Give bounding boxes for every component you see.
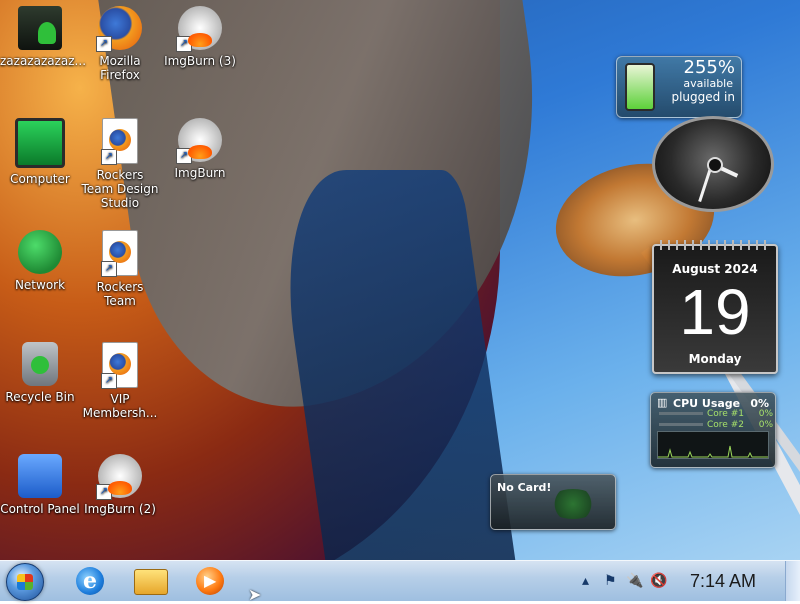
core1-bar bbox=[659, 412, 703, 415]
desktop-icon-rockers-team[interactable]: ↗ Rockers Team bbox=[80, 224, 160, 324]
icon-label: Recycle Bin bbox=[5, 390, 75, 404]
desktop-icon-computer[interactable]: Computer bbox=[0, 112, 80, 212]
icon-label: Network bbox=[14, 278, 66, 292]
desktop-icon-rockers-team-design-studio[interactable]: ↗ Rockers Team Design Studio bbox=[80, 112, 160, 212]
windows-explorer-icon bbox=[134, 569, 168, 595]
mouse-cursor-icon: ➤ bbox=[248, 585, 262, 604]
start-button[interactable] bbox=[6, 563, 44, 601]
desktop-icon-imgburn-3[interactable]: ↗ ImgBurn (3) bbox=[160, 0, 240, 100]
calendar-gadget[interactable]: August 2024 19 Monday bbox=[652, 240, 778, 374]
cpu-meter-icon: ▥ bbox=[657, 396, 668, 409]
clock-gadget[interactable] bbox=[652, 116, 774, 212]
html-file-icon: ↗ bbox=[101, 118, 138, 165]
desktop-icon-recycle-bin[interactable]: Recycle Bin bbox=[0, 336, 80, 436]
calendar-rings bbox=[660, 240, 770, 250]
shortcut-arrow-icon: ↗ bbox=[101, 373, 117, 389]
gpu-meter-gadget[interactable]: No Card! bbox=[490, 474, 616, 530]
imgburn-disc-icon: ↗ bbox=[176, 6, 222, 52]
calendar-month: August 2024 bbox=[672, 262, 758, 276]
shortcut-arrow-icon: ↗ bbox=[101, 149, 117, 165]
imgburn-disc-icon: ↗ bbox=[176, 118, 222, 164]
icon-label: Mozilla Firefox bbox=[99, 54, 141, 82]
cpu-history-graph bbox=[657, 431, 769, 459]
shortcut-arrow-icon: ↗ bbox=[96, 36, 112, 52]
desktop-icon-control-panel[interactable]: Control Panel bbox=[0, 448, 80, 548]
battery-icon bbox=[625, 63, 655, 111]
core1-row: Core #1 0% bbox=[707, 409, 773, 419]
desktop-icon-mozilla-firefox[interactable]: ↗ Mozilla Firefox bbox=[80, 0, 160, 100]
html-file-icon: ↗ bbox=[101, 342, 138, 389]
nvidia-eye-icon bbox=[547, 489, 599, 519]
battery-status-plugged: plugged in bbox=[671, 90, 735, 104]
control-panel-icon bbox=[18, 454, 62, 498]
html-file-icon: ↗ bbox=[101, 230, 138, 277]
core1-label: Core #1 bbox=[707, 409, 744, 419]
icon-label: Rockers Team Design Studio bbox=[81, 168, 159, 210]
desktop-icon-zazazazazaz[interactable]: zazazazazaz... bbox=[0, 0, 87, 100]
desktop-icon-imgburn-2[interactable]: ↗ ImgBurn (2) bbox=[80, 448, 160, 548]
battery-status-available: available bbox=[683, 77, 733, 90]
gpu-card-status: No Card! bbox=[497, 481, 552, 494]
shortcut-arrow-icon: ↗ bbox=[176, 36, 192, 52]
cpu-usage-gadget[interactable]: ▥ CPU Usage 0% Core #1 0% Core #2 0% bbox=[650, 392, 776, 468]
media-player-icon bbox=[196, 567, 224, 595]
recycle-bin-icon bbox=[22, 342, 58, 386]
desktop-icon-imgburn[interactable]: ↗ ImgBurn bbox=[160, 112, 240, 212]
taskbar-internet-explorer[interactable] bbox=[64, 563, 120, 599]
action-center-flag-icon[interactable]: ⚑ bbox=[604, 573, 617, 589]
clock-center bbox=[707, 157, 723, 173]
tray-clock[interactable]: 7:14 AM bbox=[690, 571, 756, 592]
calendar-day: 19 bbox=[679, 276, 751, 348]
shortcut-arrow-icon: ↗ bbox=[176, 148, 192, 164]
icon-label: Rockers Team bbox=[96, 280, 144, 308]
volume-muted-icon[interactable]: 🔇 bbox=[650, 573, 667, 589]
taskbar: ▴ ⚑ 🔌 🔇 7:14 AM bbox=[0, 560, 800, 601]
icon-label: ImgBurn bbox=[174, 166, 226, 180]
icon-label: zazazazazaz... bbox=[0, 54, 87, 68]
battery-gadget[interactable]: 255% available plugged in bbox=[616, 56, 742, 118]
core1-value: 0% bbox=[758, 409, 773, 419]
taskbar-windows-explorer[interactable] bbox=[124, 563, 180, 599]
core2-value: 0% bbox=[758, 420, 773, 430]
core2-label: Core #2 bbox=[707, 420, 744, 430]
battery-percent: 255% bbox=[683, 57, 735, 78]
computer-monitor-icon bbox=[15, 118, 65, 168]
icon-label: Control Panel bbox=[0, 502, 80, 516]
power-plug-icon[interactable]: 🔌 bbox=[626, 573, 643, 589]
icon-label: Computer bbox=[10, 172, 70, 186]
firefox-icon: ↗ bbox=[96, 6, 142, 52]
icon-label: VIP Membersh... bbox=[82, 392, 158, 420]
user-folder-icon bbox=[18, 6, 62, 50]
system-tray: ▴ ⚑ 🔌 🔇 7:14 AM bbox=[570, 561, 800, 601]
cpu-history-svg bbox=[658, 445, 768, 458]
core2-bar bbox=[659, 423, 703, 426]
calendar-weekday: Monday bbox=[688, 352, 742, 366]
network-globe-icon bbox=[18, 230, 62, 274]
shortcut-arrow-icon: ↗ bbox=[101, 261, 117, 277]
icon-label: ImgBurn (3) bbox=[164, 54, 236, 68]
imgburn-disc-icon: ↗ bbox=[96, 454, 142, 500]
internet-explorer-icon bbox=[76, 567, 104, 595]
show-desktop-button[interactable] bbox=[785, 561, 800, 601]
taskbar-media-player[interactable] bbox=[184, 563, 240, 599]
shortcut-arrow-icon: ↗ bbox=[96, 484, 112, 500]
desktop-icon-vip-membership[interactable]: ↗ VIP Membersh... bbox=[80, 336, 160, 436]
icon-label: ImgBurn (2) bbox=[84, 502, 156, 516]
core2-row: Core #2 0% bbox=[707, 420, 773, 430]
show-hidden-icons-chevron-icon[interactable]: ▴ bbox=[582, 573, 589, 589]
desktop-icon-network[interactable]: Network bbox=[0, 224, 80, 324]
